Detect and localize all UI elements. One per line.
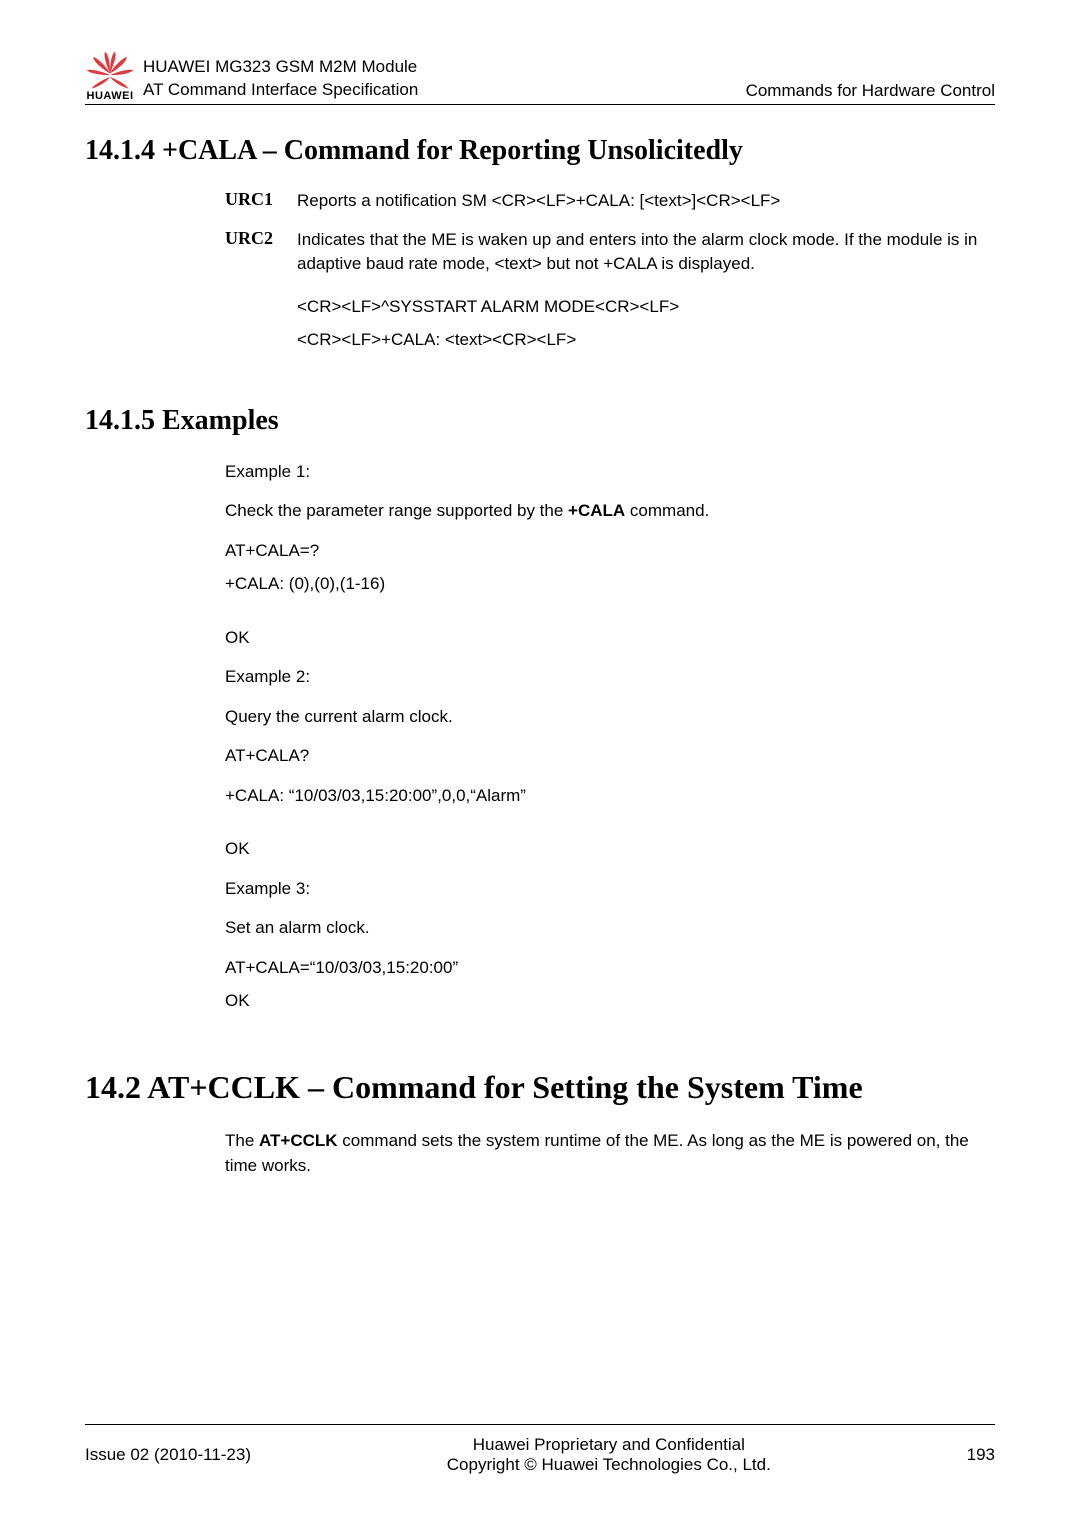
huawei-flower-icon [85, 50, 135, 92]
page-footer: Issue 02 (2010-11-23) Huawei Proprietary… [85, 1424, 995, 1475]
ok-2: OK [225, 836, 995, 862]
heading-14-1-5: 14.1.5 Examples [85, 405, 995, 437]
example2-label: Example 2: [225, 664, 995, 690]
doc-title-line2: AT Command Interface Specification [143, 79, 746, 102]
example3-label: Example 3: [225, 876, 995, 902]
page-header: HUAWEI HUAWEI MG323 GSM M2M Module AT Co… [85, 50, 995, 105]
example3-desc: Set an alarm clock. [225, 915, 995, 941]
cclk-body: The AT+CCLK command sets the system runt… [225, 1128, 995, 1179]
footer-page-number: 193 [967, 1445, 995, 1465]
urc2-line1: <CR><LF>^SYSSTART ALARM MODE<CR><LF> [297, 293, 995, 322]
urc1-label: URC1 [225, 189, 297, 210]
urc2-label: URC2 [225, 228, 297, 249]
example1-cmd1: AT+CALA=? [225, 538, 995, 564]
urc2-body: Indicates that the ME is waken up and en… [297, 228, 995, 277]
footer-issue: Issue 02 (2010-11-23) [85, 1445, 251, 1465]
chapter-title: Commands for Hardware Control [746, 81, 995, 102]
example1-label: Example 1: [225, 459, 995, 485]
footer-center: Huawei Proprietary and Confidential Copy… [251, 1435, 967, 1475]
example1-desc: Check the parameter range supported by t… [225, 498, 995, 524]
example2-cmd2: +CALA: “10/03/03,15:20:00”,0,0,“Alarm” [225, 783, 995, 809]
header-titles: HUAWEI MG323 GSM M2M Module AT Command I… [143, 56, 746, 102]
urc2-row: URC2 Indicates that the ME is waken up a… [225, 228, 995, 277]
doc-title-line1: HUAWEI MG323 GSM M2M Module [143, 56, 746, 79]
huawei-logo-text: HUAWEI [87, 90, 134, 102]
huawei-logo: HUAWEI [85, 50, 135, 102]
ok-1: OK [225, 625, 995, 651]
heading-14-1-4: 14.1.4 +CALA – Command for Reporting Uns… [85, 135, 995, 167]
heading-14-2: 14.2 AT+CCLK – Command for Setting the S… [85, 1069, 995, 1106]
urc2-line2: <CR><LF>+CALA: <text><CR><LF> [297, 326, 995, 355]
example1-cmd2: +CALA: (0),(0),(1-16) [225, 571, 995, 597]
example2-cmd1: AT+CALA? [225, 743, 995, 769]
example3-cmd1: AT+CALA=“10/03/03,15:20:00” [225, 955, 995, 981]
example2-desc: Query the current alarm clock. [225, 704, 995, 730]
urc1-row: URC1 Reports a notification SM <CR><LF>+… [225, 189, 995, 214]
ok-3: OK [225, 988, 995, 1014]
urc1-body: Reports a notification SM <CR><LF>+CALA:… [297, 189, 780, 214]
